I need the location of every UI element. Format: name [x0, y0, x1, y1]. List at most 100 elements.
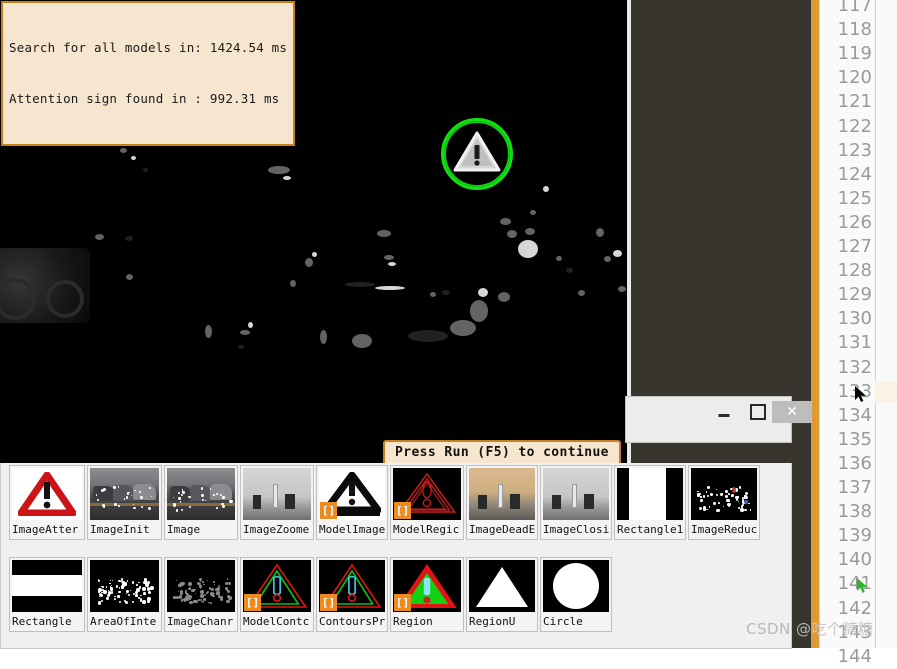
thumbnail-item[interactable]: ImageAtter: [9, 465, 85, 540]
detected-sign-marker: [441, 118, 513, 190]
thumbnail-item[interactable]: ImageZoome: [240, 465, 314, 540]
line-number[interactable]: 129: [820, 283, 872, 307]
thumbnail-item[interactable]: Rectangle1: [614, 465, 686, 540]
thumbnail-label: ImageChanr: [167, 614, 235, 629]
thumbnail-item[interactable]: Circle: [540, 557, 612, 632]
line-number[interactable]: 126: [820, 211, 872, 235]
window-close-button[interactable]: ✕: [772, 401, 812, 423]
thumbnail-item[interactable]: ImageReduc: [688, 465, 760, 540]
model-badge-icon: []: [320, 594, 337, 611]
thumbnail-label: ImageReduc: [691, 522, 757, 537]
blob: [131, 156, 136, 160]
line-number[interactable]: 117: [820, 0, 872, 18]
line-number[interactable]: 132: [820, 356, 872, 380]
white-band: [12, 575, 82, 597]
tool-window-titlebar[interactable]: ✕: [626, 397, 791, 427]
thumbnail-image: [243, 468, 311, 520]
line-number[interactable]: 144: [820, 645, 872, 669]
minimize-icon: [719, 414, 730, 417]
line-number[interactable]: 124: [820, 163, 872, 187]
line-number[interactable]: 128: [820, 259, 872, 283]
thumbnail-item[interactable]: [] ContoursPr: [316, 557, 388, 632]
thumbnail-item[interactable]: [] ModelImage: [316, 465, 388, 540]
blob: [320, 330, 327, 344]
blob: [578, 290, 585, 296]
thumbnail-image: [691, 468, 757, 520]
line-number[interactable]: 123: [820, 139, 872, 163]
timing-line-models: Search for all models in: 1424.54 ms: [9, 39, 287, 56]
thumbnail-label: Rectangle: [12, 614, 82, 629]
thumbnail-image: []: [393, 560, 461, 612]
blob: [604, 256, 611, 262]
csdn-watermark: CSDN @吃个糖糖: [746, 618, 874, 639]
line-number[interactable]: 134: [820, 404, 872, 428]
blob: [430, 292, 436, 297]
line-number[interactable]: 130: [820, 307, 872, 331]
noise-pattern: [90, 468, 159, 520]
thumbnail-item[interactable]: RegionU: [466, 557, 538, 632]
line-number[interactable]: 122: [820, 115, 872, 139]
white-rectangle: [629, 468, 666, 520]
blob: [530, 210, 536, 215]
thumbnail-image: [167, 468, 235, 520]
line-number[interactable]: 118: [820, 18, 872, 42]
blob: [525, 228, 535, 235]
thumbnail-label: ImageInit: [90, 522, 159, 537]
image-canvas[interactable]: Search for all models in: 1424.54 ms Att…: [0, 0, 627, 470]
thumbnail-item[interactable]: Rectangle: [9, 557, 85, 632]
blob: [238, 345, 244, 349]
blob: [450, 320, 476, 336]
timing-overlay: Search for all models in: 1424.54 ms Att…: [1, 1, 295, 146]
line-number[interactable]: 127: [820, 235, 872, 259]
thumbnail-image: [543, 468, 609, 520]
blob: [618, 286, 626, 292]
thumbnail-item[interactable]: [] ModelRegic: [390, 465, 464, 540]
editor-line-gutter[interactable]: 117 118 119 120 121 122 123 124 125 126 127 128 129 1…: [819, 0, 897, 648]
line-number[interactable]: 136: [820, 452, 872, 476]
line-number[interactable]: 120: [820, 66, 872, 90]
line-number[interactable]: 140: [820, 548, 872, 572]
line-number[interactable]: 139: [820, 524, 872, 548]
thumbnail-image: []: [319, 468, 385, 520]
line-number[interactable]: 138: [820, 500, 872, 524]
blob: [556, 256, 562, 261]
thumbnail-item[interactable]: Image: [164, 465, 238, 540]
thumbnail-item[interactable]: ImageClosi: [540, 465, 612, 540]
line-number[interactable]: 137: [820, 476, 872, 500]
line-highlight: [875, 381, 897, 403]
line-number[interactable]: 121: [820, 90, 872, 114]
blob: [613, 250, 622, 257]
thumbnail-image: [617, 468, 683, 520]
thumbnail-label: ContoursPr: [319, 614, 385, 629]
blob: [305, 258, 313, 267]
line-number[interactable]: 135: [820, 428, 872, 452]
thumbnail-item[interactable]: ImageInit: [87, 465, 162, 540]
thumbnail-image: [543, 560, 609, 612]
thumbnail-item[interactable]: [] ModelContc: [240, 557, 314, 632]
noise-pattern: [167, 560, 235, 612]
thumbnail-item[interactable]: [] Region: [390, 557, 464, 632]
tool-window[interactable]: ✕: [625, 396, 792, 443]
gutter-divider: [875, 0, 876, 648]
thumbnail-label: ImageZoome: [243, 522, 311, 537]
blob: [352, 334, 372, 348]
thumbnail-image: [12, 468, 82, 520]
thumbnail-image: []: [393, 468, 461, 520]
line-number[interactable]: 119: [820, 42, 872, 66]
line-number[interactable]: 125: [820, 187, 872, 211]
thumbnail-item[interactable]: ImageDeadE: [466, 465, 538, 540]
accent-stripe: [811, 0, 819, 648]
thumbnail-item[interactable]: AreaOfInte: [87, 557, 162, 632]
watermark-prefix: CSDN @: [746, 620, 812, 638]
thumbnail-label: Circle: [543, 614, 609, 629]
blob: [478, 288, 488, 297]
model-badge-icon: []: [320, 502, 337, 519]
blob: [312, 252, 317, 257]
watermark-name: 吃个糖糖: [812, 620, 874, 638]
line-number[interactable]: 142: [820, 597, 872, 621]
line-number[interactable]: 131: [820, 331, 872, 355]
thumbnail-image: [90, 468, 159, 520]
thumbnail-image: []: [319, 560, 385, 612]
variable-thumbnail-panel[interactable]: ImageAtter ImageInit Image ImageZoome [] Mode…: [0, 463, 792, 649]
thumbnail-item[interactable]: ImageChanr: [164, 557, 238, 632]
